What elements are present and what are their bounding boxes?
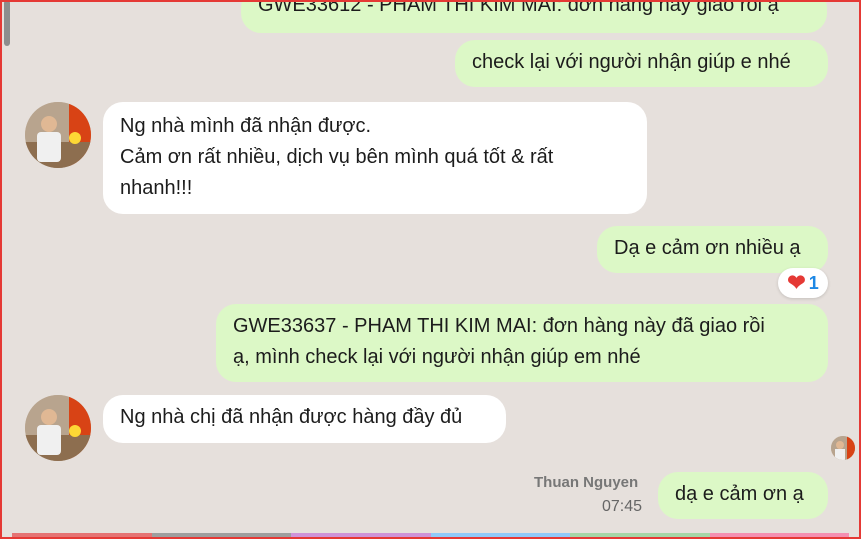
message-text: check lại với người nhận giúp e nhé [472, 51, 791, 73]
message-outgoing[interactable]: dạ e cảm ơn ạ [658, 472, 828, 519]
message-text-line: Ng nhà mình đã nhận được. [120, 115, 372, 137]
message-outgoing[interactable]: Dạ e cảm ơn nhiều ạ [597, 226, 828, 273]
contact-avatar[interactable] [25, 395, 91, 461]
message-text: Dạ e cảm ơn nhiều ạ [614, 237, 801, 259]
message-incoming[interactable]: Ng nhà mình đã nhận được. Cảm ơn rất nhi… [103, 102, 647, 214]
message-text: Ng nhà chị đã nhận được hàng đầy đủ [120, 406, 463, 428]
reaction-badge[interactable]: ❤ 1 [778, 268, 828, 298]
scrollbar-thumb[interactable] [4, 0, 10, 46]
message-outgoing[interactable]: check lại với người nhận giúp e nhé [455, 40, 828, 87]
message-text-line: ạ, mình check lại với người nhận giúp em… [233, 346, 641, 368]
message-time: 07:45 [602, 498, 643, 515]
message-incoming[interactable]: Ng nhà chị đã nhận được hàng đầy đủ [103, 395, 506, 443]
contact-avatar[interactable] [25, 102, 91, 168]
message-text-line: nhanh!!! [120, 177, 193, 199]
message-text: dạ e cảm ơn ạ [675, 483, 804, 505]
sender-name: Thuan Nguyen [534, 474, 639, 491]
message-outgoing[interactable]: GWE33612 - PHAM THI KIM MAI: đơn hàng nà… [241, 0, 827, 33]
message-outgoing[interactable]: GWE33637 - PHAM THI KIM MAI: đơn hàng nà… [216, 304, 828, 382]
bottom-color-strip [12, 533, 849, 539]
heart-icon: ❤ [787, 270, 806, 295]
reaction-count: 1 [808, 272, 819, 293]
message-text-line: Cảm ơn rất nhiều, dịch vụ bên mình quá t… [120, 146, 554, 168]
message-text: GWE33612 - PHAM THI KIM MAI: đơn hàng nà… [258, 0, 779, 16]
seen-avatar [831, 436, 855, 460]
message-text-line: GWE33637 - PHAM THI KIM MAI: đơn hàng nà… [233, 315, 765, 337]
